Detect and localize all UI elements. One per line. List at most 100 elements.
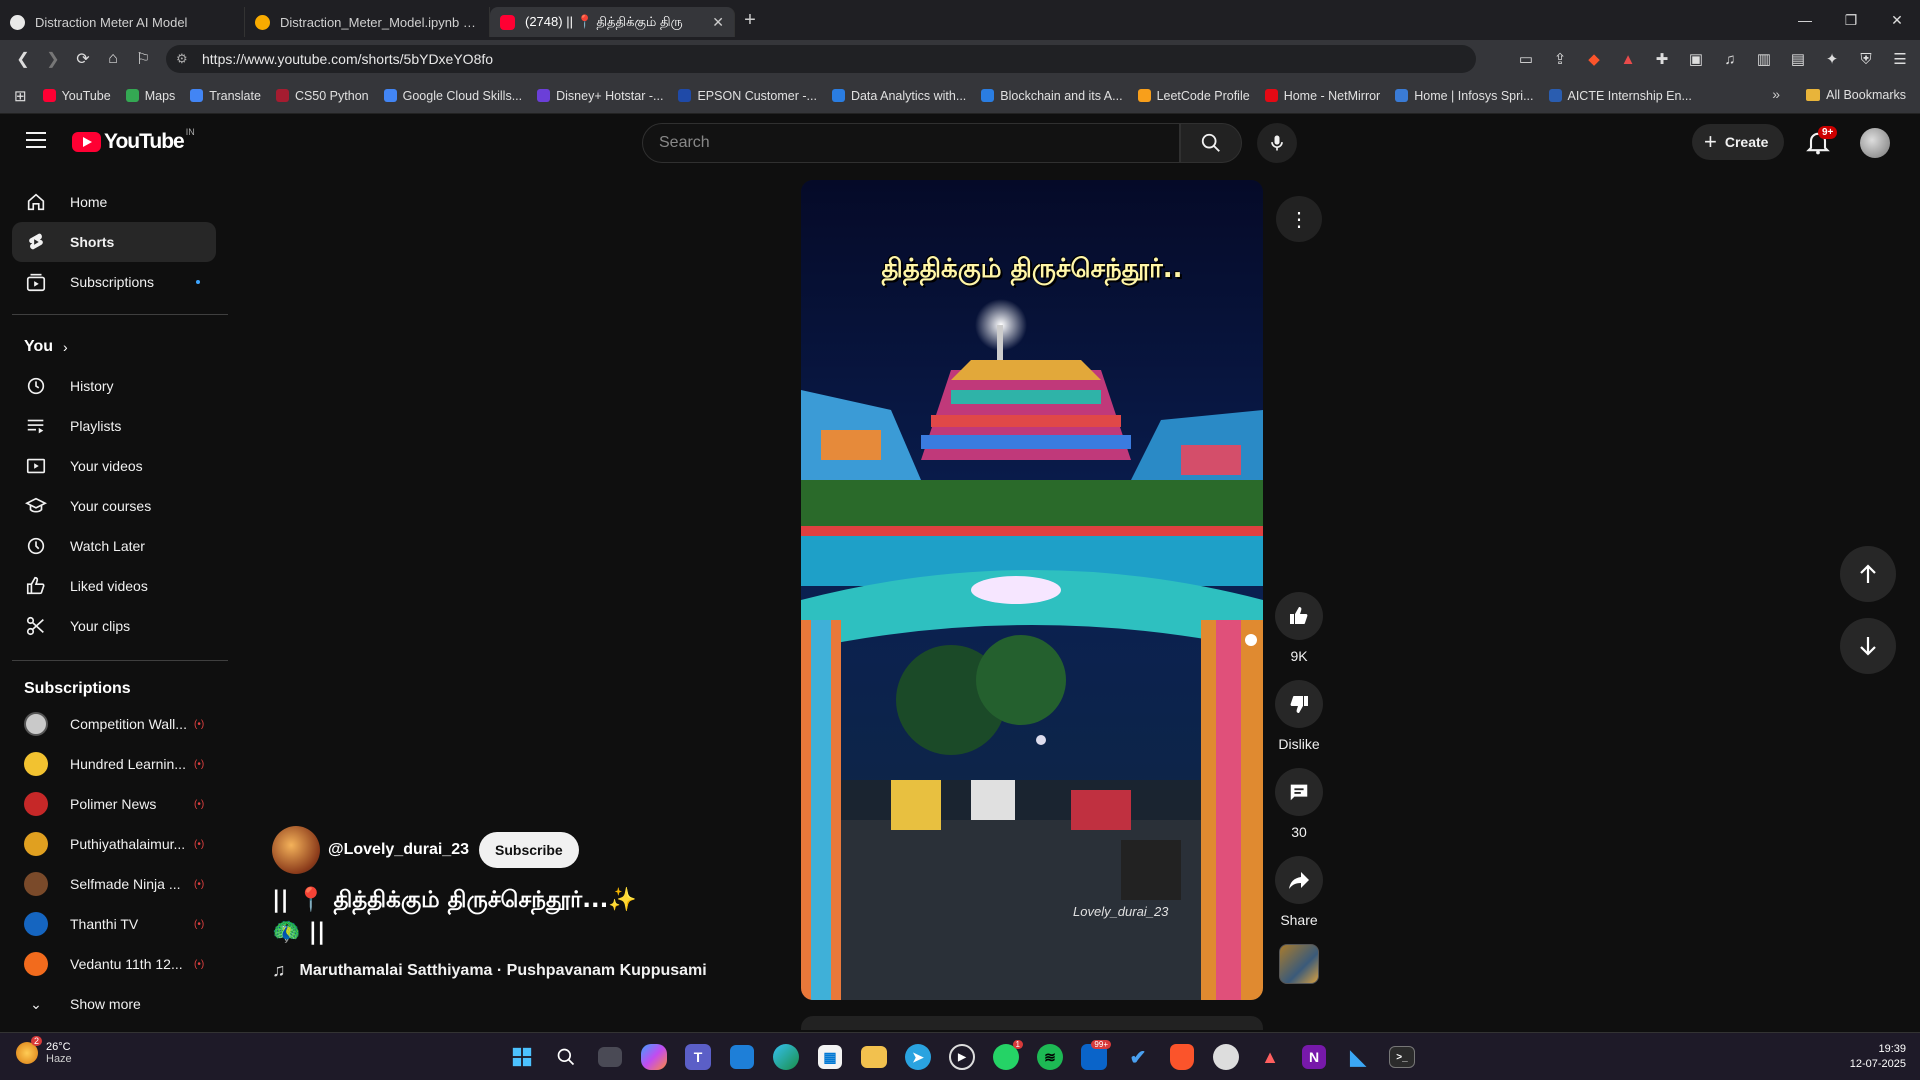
sidebar-item-playlists[interactable]: Playlists: [12, 406, 216, 446]
cast-icon[interactable]: ▭: [1512, 46, 1540, 72]
account-avatar[interactable]: [1860, 128, 1890, 158]
extensions-icon[interactable]: ✚: [1648, 46, 1676, 72]
taskbar-search-icon[interactable]: [550, 1041, 582, 1073]
sidebar-item-history[interactable]: History: [12, 366, 216, 406]
outlook-icon[interactable]: 99+: [1081, 1040, 1111, 1070]
sidebar-item-shorts[interactable]: Shorts: [12, 222, 216, 262]
system-clock[interactable]: 19:39 12-07-2025: [1850, 1042, 1906, 1072]
tab-distraction-meter[interactable]: Distraction Meter AI Model: [0, 7, 245, 37]
bookmark-netmirror[interactable]: Home - NetMirror: [1264, 89, 1380, 103]
create-button[interactable]: + Create: [1692, 124, 1785, 160]
youtube-logo[interactable]: YouTube IN: [72, 127, 195, 154]
guide-menu-icon[interactable]: [26, 132, 46, 148]
brave-browser-icon[interactable]: [1170, 1044, 1194, 1070]
search-button[interactable]: [1180, 123, 1242, 163]
minimize-icon[interactable]: —: [1782, 12, 1828, 28]
sidebar-item-your-clips[interactable]: Your clips: [12, 606, 216, 646]
vpn-icon[interactable]: ⛨: [1852, 46, 1880, 72]
subscription-channel[interactable]: Selfmade Ninja ... (•): [12, 864, 216, 904]
edge-icon[interactable]: [773, 1044, 799, 1070]
telegram-icon[interactable]: ➤: [905, 1044, 931, 1070]
bookmark-epson[interactable]: EPSON Customer -...: [678, 89, 817, 103]
bookmark-aicte[interactable]: AICTE Internship En...: [1548, 89, 1692, 103]
spotify-icon[interactable]: ≋: [1037, 1044, 1063, 1070]
media-icon[interactable]: ♫: [1716, 46, 1744, 72]
back-icon[interactable]: ❮: [8, 49, 38, 69]
channel-avatar[interactable]: [272, 826, 320, 874]
reload-icon[interactable]: ⟳: [68, 49, 98, 69]
voice-search-button[interactable]: [1257, 123, 1297, 163]
show-more-button[interactable]: ⌄ Show more: [12, 984, 216, 1024]
subscription-channel[interactable]: Thanthi TV (•): [12, 904, 216, 944]
todo-icon[interactable]: ✔: [1122, 1041, 1154, 1073]
copilot-icon[interactable]: [641, 1044, 667, 1070]
screenshot-icon[interactable]: ▣: [1682, 46, 1710, 72]
next-short-preview[interactable]: [801, 1016, 1263, 1030]
share-page-icon[interactable]: ⇪: [1546, 46, 1574, 72]
browser-menu-icon[interactable]: ☰: [1886, 46, 1914, 72]
teams-icon[interactable]: T: [685, 1044, 711, 1070]
share-button[interactable]: [1275, 856, 1323, 904]
short-title[interactable]: || 📍 தித்திக்கும் திருச்செந்தூர்...✨ 🦚 |…: [272, 884, 732, 948]
short-video-player[interactable]: தித்திக்கும் திருச்செந்தூர்.. Lovely_dur…: [801, 180, 1263, 1000]
subscription-channel[interactable]: Puthiyathalaimur... (•): [12, 824, 216, 864]
weather-widget[interactable]: 2 26°C Haze: [16, 1036, 72, 1065]
music-track-link[interactable]: ♫ Maruthamalai Satthiyama · Pushpavanam …: [272, 960, 732, 981]
sidebar-item-watch-later[interactable]: Watch Later: [12, 526, 216, 566]
media-player-icon[interactable]: ▶: [949, 1044, 975, 1070]
more-options-icon[interactable]: ⋮: [1276, 196, 1322, 242]
subscription-channel[interactable]: Polimer News (•): [12, 784, 216, 824]
apps-grid-icon[interactable]: ⊞: [14, 87, 27, 105]
bookmark-translate[interactable]: Translate: [190, 89, 261, 103]
dislike-button[interactable]: [1275, 680, 1323, 728]
site-info-icon[interactable]: ⚙: [176, 51, 188, 67]
you-section-header[interactable]: You ›: [24, 338, 68, 356]
sound-remix-thumbnail[interactable]: [1279, 944, 1319, 984]
terminal-icon[interactable]: >_: [1389, 1046, 1415, 1068]
subscription-channel[interactable]: Competition Wall... (•): [12, 704, 216, 744]
tab-colab-notebook[interactable]: Distraction_Meter_Model.ipynb - Col: [245, 7, 490, 37]
bookmark-blockchain[interactable]: Blockchain and its A...: [981, 89, 1123, 103]
close-window-icon[interactable]: ✕: [1874, 12, 1920, 29]
tab-youtube-short[interactable]: (2748) || 📍 தித்திக்கும் திரு ✕: [490, 7, 735, 37]
leo-ai-icon[interactable]: ✦: [1818, 46, 1846, 72]
adobe-icon[interactable]: ▲: [1254, 1041, 1286, 1073]
home-button-icon[interactable]: ⌂: [98, 50, 128, 68]
search-input[interactable]: [643, 124, 1179, 162]
url-field[interactable]: ⚙ https://www.youtube.com/shorts/5bYDxeY…: [166, 45, 1476, 73]
microsoft-store-icon[interactable]: ▦: [818, 1045, 842, 1069]
bookmark-cs50[interactable]: CS50 Python: [275, 89, 369, 103]
file-explorer-icon[interactable]: [861, 1046, 887, 1068]
sidebar-item-liked-videos[interactable]: Liked videos: [12, 566, 216, 606]
close-tab-icon[interactable]: ✕: [712, 14, 724, 31]
bookmark-google-cloud[interactable]: Google Cloud Skills...: [383, 89, 522, 103]
forward-icon[interactable]: ❯: [38, 49, 68, 69]
subscribe-button[interactable]: Subscribe: [479, 832, 579, 868]
sidebar-item-subscriptions[interactable]: Subscriptions: [12, 262, 216, 302]
like-button[interactable]: [1275, 592, 1323, 640]
bookmark-star-icon[interactable]: ⚐: [128, 49, 158, 69]
bookmark-leetcode[interactable]: LeetCode Profile: [1137, 89, 1250, 103]
sidebar-item-your-courses[interactable]: Your courses: [12, 486, 216, 526]
windows-start-icon[interactable]: [506, 1041, 538, 1073]
sidebar-item-your-videos[interactable]: Your videos: [12, 446, 216, 486]
vscode-icon[interactable]: ◣: [1342, 1041, 1374, 1073]
bookmark-hotstar[interactable]: Disney+ Hotstar -...: [537, 89, 663, 103]
bookmark-data-analytics[interactable]: Data Analytics with...: [831, 89, 966, 103]
task-view-icon[interactable]: [598, 1047, 622, 1067]
sidebar-item-home[interactable]: Home: [12, 182, 216, 222]
more-bookmarks-icon[interactable]: »: [1772, 86, 1780, 102]
all-bookmarks-button[interactable]: All Bookmarks: [1806, 88, 1906, 102]
next-short-button[interactable]: [1840, 618, 1896, 674]
bookmark-youtube[interactable]: YouTube: [42, 89, 111, 103]
brave-rewards-icon[interactable]: ▲: [1614, 46, 1642, 72]
bookmark-infosys[interactable]: Home | Infosys Spri...: [1395, 89, 1534, 103]
subscription-channel[interactable]: Vedantu 11th 12... (•): [12, 944, 216, 984]
sidebar-toggle-icon[interactable]: ▥: [1750, 46, 1778, 72]
new-tab-button[interactable]: +: [735, 9, 765, 32]
comments-button[interactable]: [1275, 768, 1323, 816]
subscription-channel[interactable]: Hundred Learnin... (•): [12, 744, 216, 784]
bookmark-maps[interactable]: Maps: [125, 89, 175, 103]
wallet-icon[interactable]: ▤: [1784, 46, 1812, 72]
widgets-icon[interactable]: [730, 1045, 754, 1069]
